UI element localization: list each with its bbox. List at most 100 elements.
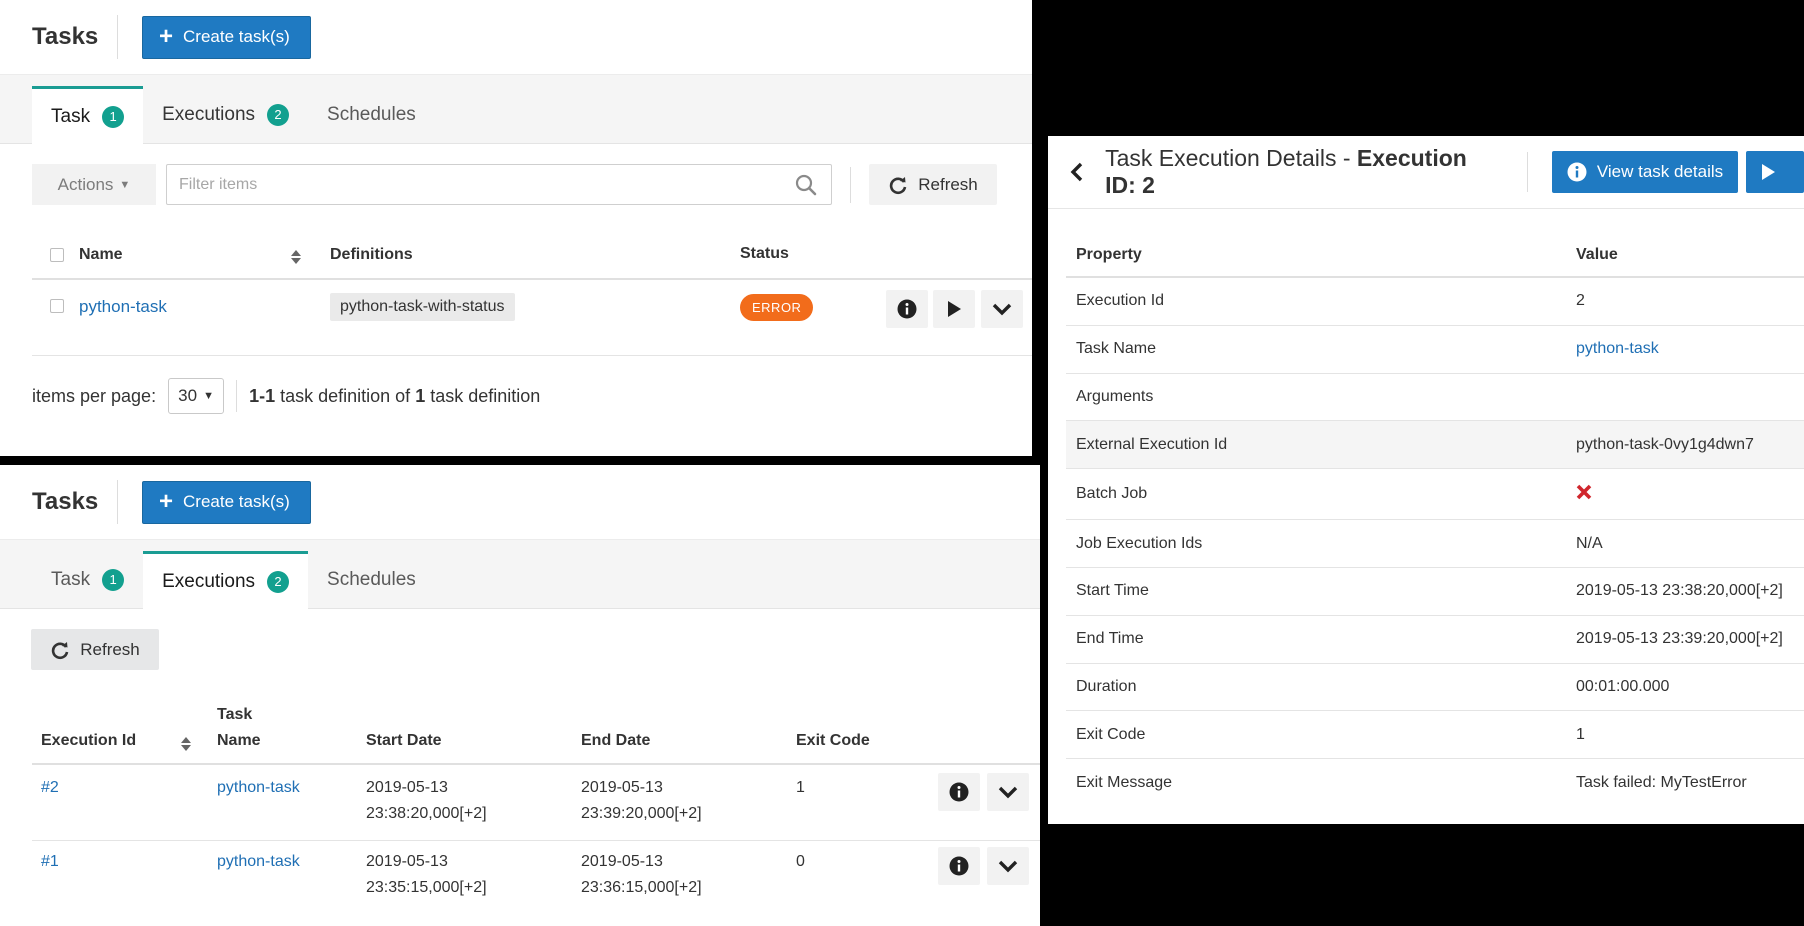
filter-input[interactable]: Filter items <box>166 164 832 205</box>
details-header: Task Execution Details - Execution ID: 2… <box>1048 136 1804 209</box>
list-toolbar: Actions ▼ Filter items Refresh <box>0 144 1032 205</box>
execution-id-link[interactable]: #1 <box>41 853 59 871</box>
tab-schedules[interactable]: Schedules <box>308 86 435 143</box>
chevron-down-icon <box>998 860 1018 873</box>
info-icon <box>949 782 969 802</box>
tab-schedules[interactable]: Schedules <box>308 551 435 608</box>
property-key: Exit Message <box>1076 774 1173 792</box>
task-name-link[interactable]: python-task <box>217 853 300 871</box>
column-property: Property <box>1076 246 1142 263</box>
row-checkbox[interactable] <box>50 299 64 313</box>
table-row: #2 python-task 2019-05-13 23:38:20,000[+… <box>32 767 1040 841</box>
property-key: Task Name <box>1076 340 1157 358</box>
property-value: 2019-05-13 23:39:20,000[+2] <box>1576 630 1783 648</box>
actions-label: Actions <box>57 174 114 194</box>
property-row: Start Time 2019-05-13 23:38:20,000[+2] <box>1066 568 1804 616</box>
table-header: Execution Id Task Name Start Date End Da… <box>32 697 1040 765</box>
property-value: 1 <box>1576 725 1585 743</box>
property-key: Start Time <box>1076 582 1149 600</box>
actions-dropdown[interactable]: Actions ▼ <box>32 164 156 205</box>
property-row: Duration 00:01:00.000 <box>1066 664 1804 712</box>
view-task-details-button[interactable]: View task details <box>1551 151 1739 193</box>
property-key: Batch Job <box>1076 485 1148 503</box>
task-name-link[interactable]: python-task <box>79 297 167 317</box>
property-row: Batch Job <box>1066 469 1804 521</box>
refresh-button[interactable]: Refresh <box>869 164 997 205</box>
column-task-name: Task <box>217 706 253 723</box>
tab-executions[interactable]: Executions 2 <box>143 86 308 143</box>
properties-table: Property Value Execution Id 2 Task Name … <box>1066 234 1804 807</box>
column-status: Status <box>740 245 789 262</box>
launch-button[interactable] <box>1746 151 1804 193</box>
property-value: Task failed: MyTestError <box>1576 774 1747 792</box>
refresh-button[interactable]: Refresh <box>31 629 159 670</box>
tab-label: Executions <box>162 570 256 592</box>
sort-icon[interactable] <box>290 248 302 266</box>
cross-icon <box>1576 484 1592 499</box>
count-badge: 1 <box>102 105 125 128</box>
tab-label: Task <box>51 568 91 590</box>
property-value: 2 <box>1576 292 1585 310</box>
refresh-icon <box>890 176 907 194</box>
column-value: Value <box>1576 246 1618 263</box>
status-badge: ERROR <box>740 294 814 321</box>
tabs-bar: Task 1 Executions 2 Schedules <box>0 540 1040 609</box>
page-text-end: task definition <box>425 385 541 406</box>
more-actions-button[interactable] <box>987 773 1029 811</box>
info-button[interactable] <box>886 290 928 328</box>
refresh-icon <box>52 641 69 659</box>
more-actions-button[interactable] <box>981 290 1023 328</box>
task-name-link[interactable]: python-task <box>1576 340 1659 358</box>
play-icon <box>948 301 961 317</box>
property-key: Duration <box>1076 677 1137 695</box>
property-value: python-task-0vy1g4dwn7 <box>1576 435 1754 453</box>
exit-code: 0 <box>796 853 805 870</box>
column-end-date: End Date <box>581 732 651 749</box>
property-row: Job Execution Ids N/A <box>1066 520 1804 568</box>
count-badge: 2 <box>267 103 290 126</box>
pagination: items per page: 30 ▼ 1-1 task definition… <box>32 378 540 414</box>
page-text: task definition of <box>275 385 416 406</box>
column-execution-id[interactable]: Execution Id <box>41 732 136 750</box>
page-header: Tasks + Create task(s) <box>0 465 1040 540</box>
info-icon <box>1567 162 1587 182</box>
task-definitions-panel: Tasks + Create task(s) Task 1 Executions… <box>0 0 1032 456</box>
plus-icon: + <box>159 23 174 50</box>
tab-executions[interactable]: Executions 2 <box>143 551 309 609</box>
property-value: N/A <box>1576 534 1603 552</box>
back-button[interactable] <box>1048 162 1105 182</box>
view-task-details-label: View task details <box>1596 162 1724 181</box>
table-row: python-task python-task-with-status ERRO… <box>32 282 1032 356</box>
create-tasks-button[interactable]: + Create task(s) <box>142 480 311 524</box>
toolbar-divider <box>850 166 851 203</box>
play-icon <box>1762 164 1776 180</box>
caret-down-icon: ▼ <box>203 390 214 402</box>
table-header: Property Value <box>1066 234 1804 278</box>
tab-task[interactable]: Task 1 <box>32 86 144 144</box>
tab-task[interactable]: Task 1 <box>32 551 143 608</box>
end-time: 23:39:20,000[+2] <box>581 805 702 822</box>
page-title: Tasks <box>32 488 99 515</box>
batch-job-value <box>1576 484 1592 505</box>
per-page-label: items per page: <box>32 385 157 406</box>
execution-id-link[interactable]: #2 <box>41 779 59 797</box>
per-page-select[interactable]: 30 ▼ <box>168 378 225 414</box>
launch-button[interactable] <box>933 290 975 328</box>
exit-code: 1 <box>796 779 805 796</box>
task-name-link[interactable]: python-task <box>217 779 300 797</box>
column-definitions: Definitions <box>330 246 413 263</box>
property-key: Exit Code <box>1076 725 1146 743</box>
sort-icon[interactable] <box>180 735 192 753</box>
column-name[interactable]: Name <box>79 246 123 264</box>
details-title-prefix: Task Execution Details - <box>1105 145 1357 171</box>
select-all-checkbox[interactable] <box>50 248 64 262</box>
property-key: Execution Id <box>1076 292 1165 310</box>
info-button[interactable] <box>938 773 980 811</box>
create-tasks-button[interactable]: + Create task(s) <box>142 15 311 59</box>
task-executions-panel: Tasks + Create task(s) Task 1 Executions… <box>0 465 1040 926</box>
property-key: External Execution Id <box>1076 435 1228 453</box>
per-page-value: 30 <box>178 386 198 405</box>
info-button[interactable] <box>938 847 980 885</box>
tab-label: Schedules <box>327 103 416 125</box>
more-actions-button[interactable] <box>987 847 1029 885</box>
